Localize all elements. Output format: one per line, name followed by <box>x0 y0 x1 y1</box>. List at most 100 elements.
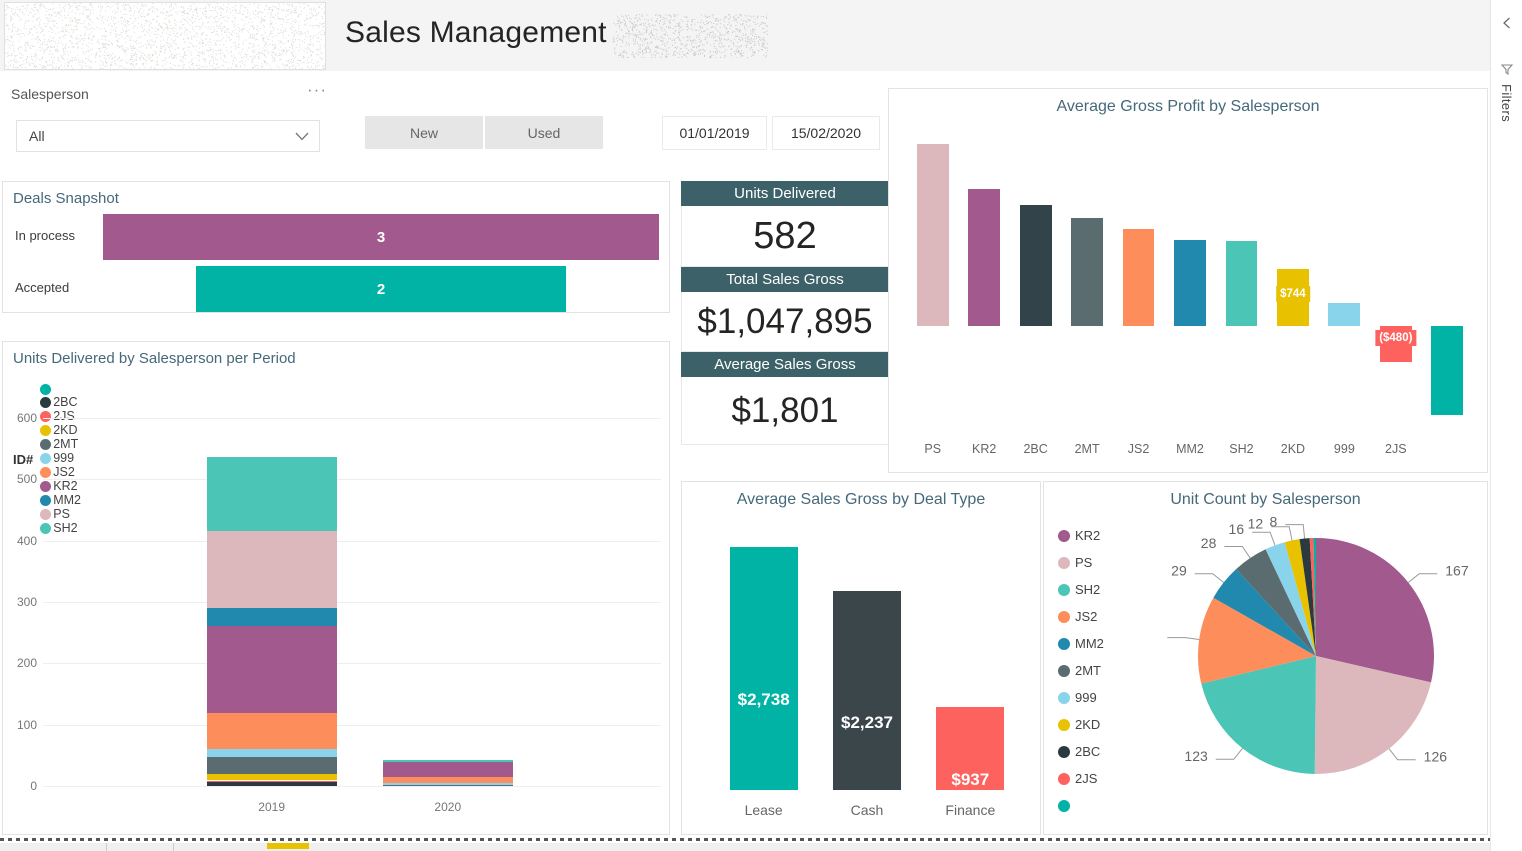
slicer-selected-value: All <box>29 128 45 144</box>
stack-segment[interactable] <box>383 762 513 777</box>
legend-color-dot <box>1058 557 1070 569</box>
units-delivered-plot: 010020030040050060020192020 <box>43 418 661 786</box>
legend-item[interactable] <box>40 384 81 395</box>
pie-legend-item[interactable] <box>1058 792 1104 819</box>
legend-color-dot <box>1058 530 1070 542</box>
pie-data-label: 29 <box>1171 562 1187 578</box>
chevron-left-icon[interactable] <box>1500 16 1514 30</box>
gross-profit-bar[interactable] <box>1226 241 1258 325</box>
gross-profit-bar[interactable] <box>1174 240 1206 325</box>
pie-legend-item[interactable]: 2JS <box>1058 765 1104 792</box>
pie-legend-label: MM2 <box>1075 636 1104 651</box>
filter-funnel-icon[interactable] <box>1500 62 1514 76</box>
stack-segment[interactable] <box>207 608 337 626</box>
pie-legend-item[interactable]: 2BC <box>1058 738 1104 765</box>
kpi-value: 582 <box>681 206 889 267</box>
pie-legend-label: 2MT <box>1075 663 1101 678</box>
average-gross-profit-title: Average Gross Profit by Salesperson <box>889 98 1487 116</box>
legend-item[interactable]: 2BC <box>40 395 81 409</box>
x-axis-tick: 2KD <box>1281 442 1305 456</box>
stack-segment[interactable] <box>207 774 337 780</box>
stack-segment[interactable] <box>207 749 337 757</box>
legend-color-dot <box>1058 773 1070 785</box>
stack-segment[interactable] <box>383 777 513 783</box>
filters-pane-rail[interactable]: Filters <box>1490 0 1522 851</box>
x-axis-tick: PS <box>924 442 941 456</box>
gross-profit-bar[interactable] <box>968 189 1000 326</box>
report-header: Sales Management <box>0 0 1490 71</box>
stack-segment[interactable] <box>207 781 337 783</box>
stack-segment[interactable] <box>383 785 513 786</box>
deal-type-card[interactable]: Average Sales Gross by Deal Type $2,738L… <box>681 481 1041 835</box>
logo-noise-texture <box>5 3 325 70</box>
stack-segment[interactable] <box>207 782 337 786</box>
x-axis-tick: 2019 <box>258 800 285 814</box>
date-from-input[interactable]: 01/01/2019 <box>662 116 767 150</box>
deal-type-plot: $2,738Lease$2,237Cash$937Finance <box>712 528 1022 790</box>
pie-legend-item[interactable]: 2MT <box>1058 657 1104 684</box>
gross-profit-bar[interactable] <box>1328 303 1360 326</box>
legend-color-dot <box>1058 800 1070 812</box>
unit-count-card[interactable]: Unit Count by Salesperson KR2PSSH2JS2MM2… <box>1043 481 1488 835</box>
kpi-total-sales-gross[interactable]: Total Sales Gross $1,047,895 <box>681 267 889 352</box>
pie-legend-item[interactable]: MM2 <box>1058 630 1104 657</box>
x-axis-tick: Cash <box>851 802 884 818</box>
stack-segment[interactable] <box>207 457 337 531</box>
pie-data-label: 12 <box>1248 515 1264 531</box>
gridline <box>43 663 661 664</box>
funnel-row-bar[interactable]: 2 <box>196 266 567 312</box>
pie-legend-item[interactable]: SH2 <box>1058 576 1104 603</box>
deals-funnel-row[interactable]: Accepted2 <box>3 266 669 312</box>
gross-profit-bar[interactable] <box>917 144 949 326</box>
deal-type-title: Average Sales Gross by Deal Type <box>682 491 1040 509</box>
funnel-row-bar[interactable]: 3 <box>103 214 659 260</box>
chevron-down-icon[interactable] <box>295 132 309 141</box>
stack-segment[interactable] <box>207 626 337 713</box>
gross-profit-bar[interactable] <box>1071 218 1103 326</box>
legend-item-label: 2BC <box>53 395 77 409</box>
kpi-units-delivered[interactable]: Units Delivered 582 <box>681 181 889 267</box>
y-axis-tick: 500 <box>17 472 37 486</box>
stack-segment[interactable] <box>383 783 513 785</box>
legend-color-dot <box>40 384 51 395</box>
deal-type-bar[interactable]: $2,738 <box>730 547 798 790</box>
deal-type-bar[interactable]: $2,237 <box>833 591 901 790</box>
pie-legend-item[interactable]: 2KD <box>1058 711 1104 738</box>
pie-data-label: 16 <box>1229 521 1245 537</box>
stack-segment[interactable] <box>207 531 337 608</box>
deal-type-bar[interactable]: $937 <box>936 707 1004 790</box>
stack-segment[interactable] <box>207 713 337 749</box>
legend-color-dot <box>1058 611 1070 623</box>
gross-profit-bar[interactable] <box>1123 229 1155 326</box>
deals-funnel-row[interactable]: In process3 <box>3 214 669 260</box>
deals-snapshot-card[interactable]: Deals Snapshot In process3Accepted2 <box>2 181 670 313</box>
page-title: Sales Management <box>345 16 607 50</box>
deal-type-new-button[interactable]: New <box>365 116 483 149</box>
pie-data-label: 8 <box>1269 513 1277 529</box>
kpi-average-sales-gross[interactable]: Average Sales Gross $1,801 <box>681 352 889 445</box>
average-gross-profit-card[interactable]: Average Gross Profit by Salesperson PSKR… <box>888 88 1488 473</box>
gridline <box>43 418 661 419</box>
stacked-column[interactable] <box>383 760 513 786</box>
stack-segment[interactable] <box>383 785 513 786</box>
stacked-column[interactable] <box>207 457 337 786</box>
x-axis-tick: JS2 <box>1128 442 1150 456</box>
stack-segment[interactable] <box>207 757 337 774</box>
gross-profit-bar[interactable] <box>1431 326 1463 416</box>
pie-legend-item[interactable]: PS <box>1058 549 1104 576</box>
deal-type-used-button[interactable]: Used <box>485 116 603 149</box>
y-axis-tick: 400 <box>17 534 37 548</box>
x-axis-tick: Lease <box>745 802 783 818</box>
stack-segment[interactable] <box>383 760 513 762</box>
gross-profit-bar[interactable] <box>1020 205 1052 325</box>
pie-legend-item[interactable]: JS2 <box>1058 603 1104 630</box>
legend-color-dot <box>40 397 51 408</box>
pie-legend-item[interactable]: 999 <box>1058 684 1104 711</box>
salesperson-dropdown[interactable]: All <box>16 120 320 152</box>
y-axis-tick: 0 <box>30 779 37 793</box>
more-options-icon[interactable]: ··· <box>307 80 327 100</box>
pie-legend-item[interactable]: KR2 <box>1058 522 1104 549</box>
date-to-input[interactable]: 15/02/2020 <box>772 116 880 150</box>
kpi-title: Average Sales Gross <box>681 352 889 377</box>
units-delivered-chart-card[interactable]: Units Delivered by Salesperson per Perio… <box>2 341 670 835</box>
